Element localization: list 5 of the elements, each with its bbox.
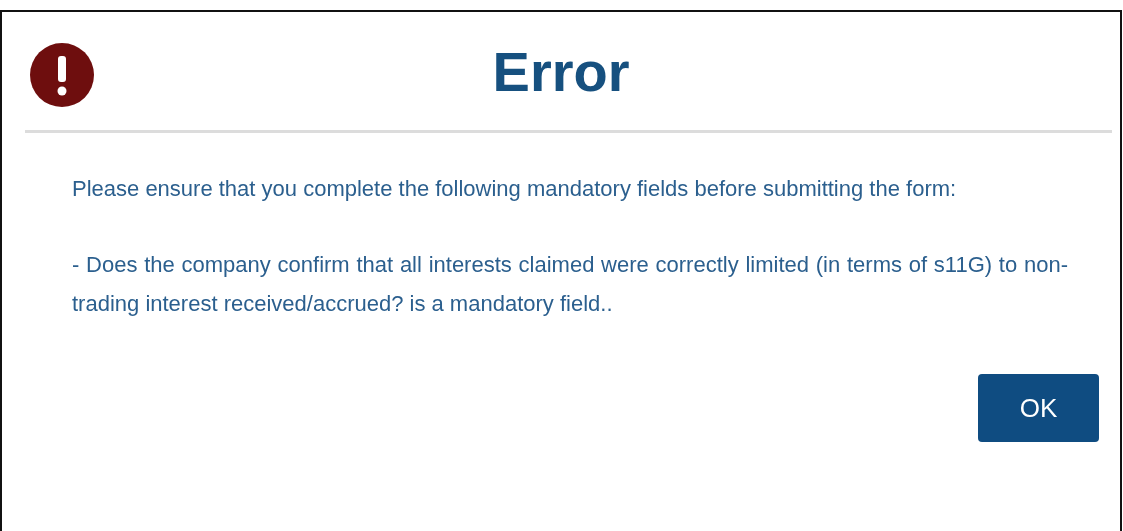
ok-button[interactable]: OK: [978, 374, 1099, 442]
message-text: - Does the company confirm that all interests claimed were correctly limited (in terms of s11G) to non-trading interest received/accrued? is a mandatory field..: [72, 251, 1068, 318]
dialog-title: Error: [492, 38, 630, 104]
exclamation-icon: [30, 43, 94, 107]
message-text: Please ensure that you complete the following mandatory fields before submitting the form:: [72, 175, 958, 203]
